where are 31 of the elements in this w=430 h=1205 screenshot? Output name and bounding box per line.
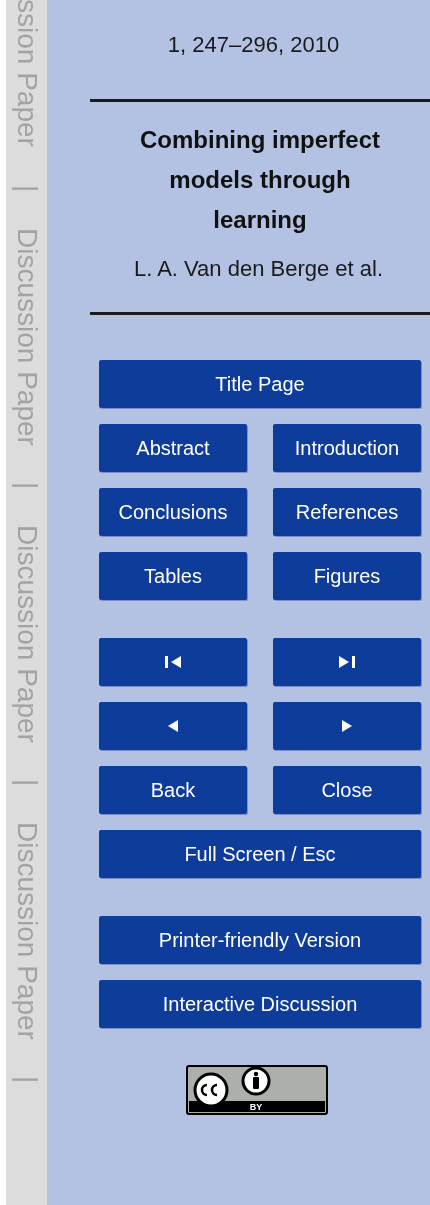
nav-button[interactable]: Abstract: [99, 424, 247, 472]
citation: 1, 247–296, 2010: [166, 31, 341, 59]
margin-label: |: [12, 482, 41, 490]
authors: L. A. Van den Berge et al.: [132, 255, 385, 283]
last-page-button[interactable]: [273, 638, 421, 686]
margin-label: Discussion Paper: [12, 822, 41, 1041]
nav-button[interactable]: Printer-friendly Version: [99, 916, 421, 964]
nav-button[interactable]: Close: [273, 766, 421, 814]
margin-label: Discussion Paper: [12, 228, 41, 447]
margin-label: |: [12, 779, 41, 787]
triangle-left-icon: [167, 719, 179, 733]
nav-button[interactable]: Interactive Discussion: [99, 980, 421, 1028]
nav-button[interactable]: Tables: [99, 552, 247, 600]
nav-button[interactable]: Title Page: [99, 360, 421, 408]
nav-button[interactable]: Full Screen / Esc: [99, 830, 421, 878]
triangle-right-icon: [341, 719, 353, 733]
next-button[interactable]: [273, 702, 421, 750]
nav-button[interactable]: Back: [99, 766, 247, 814]
license-badge: BY: [185, 1065, 328, 1115]
skip-back-icon: [164, 655, 182, 669]
margin-label: Discussion Paper: [12, 525, 41, 744]
first-page-button[interactable]: [99, 638, 247, 686]
nav-button[interactable]: Figures: [273, 552, 421, 600]
nav-button[interactable]: References: [273, 488, 421, 536]
nav-button[interactable]: Conclusions: [99, 488, 247, 536]
previous-button[interactable]: [99, 702, 247, 750]
nav-button[interactable]: Introduction: [273, 424, 421, 472]
margin-label: |: [12, 184, 41, 193]
skip-forward-icon: [338, 655, 356, 669]
margin-label: |: [12, 1076, 41, 1084]
paper-title: Combining imperfect models through learning: [139, 125, 381, 235]
